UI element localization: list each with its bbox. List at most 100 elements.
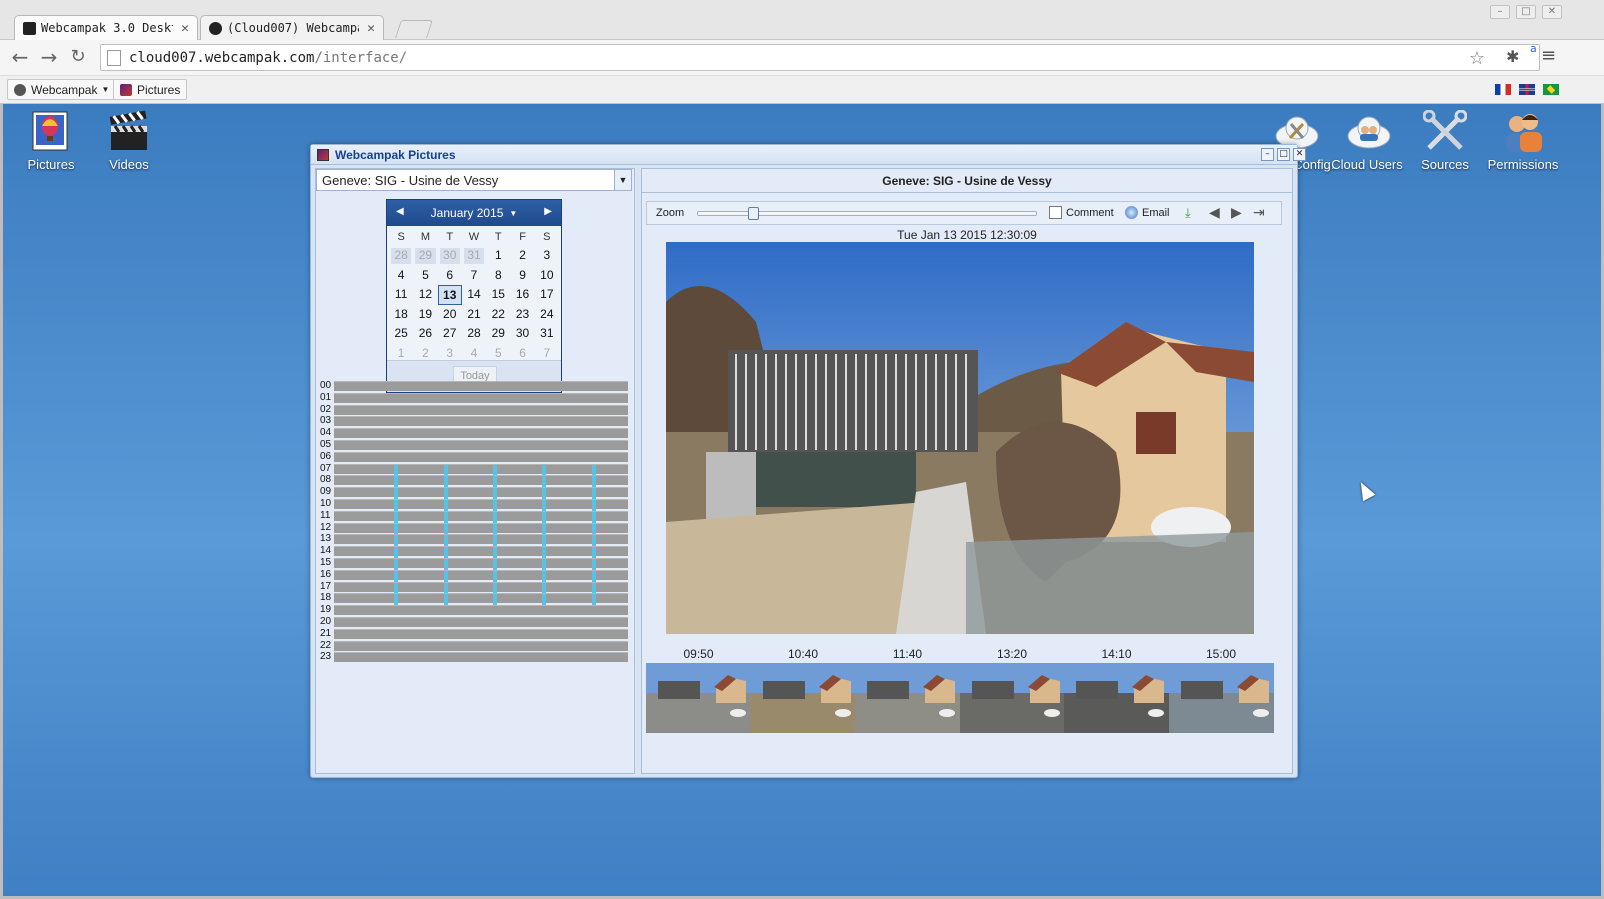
reload-icon[interactable]: ↻ — [66, 46, 90, 67]
calendar-day[interactable]: 30 — [510, 324, 534, 344]
hour-capture-bar[interactable] — [334, 617, 628, 627]
calendar-month-label[interactable]: January 2015 — [431, 206, 504, 220]
calendar-day[interactable]: 1 — [486, 246, 510, 266]
hour-row[interactable]: 11 — [320, 509, 628, 523]
calendar-day[interactable]: 18 — [389, 305, 413, 325]
webcam-picture[interactable] — [666, 242, 1254, 634]
hour-capture-bar[interactable] — [334, 487, 628, 500]
desktop-icon-permissions[interactable]: Permissions — [1483, 110, 1563, 172]
calendar-day[interactable]: 6 — [438, 266, 462, 286]
hour-capture-bar[interactable] — [334, 569, 628, 582]
brazil-flag-icon[interactable] — [1543, 84, 1559, 95]
hour-row[interactable]: 07 — [320, 462, 628, 476]
desktop-icon-sources[interactable]: Sources — [1405, 109, 1485, 172]
window-close-button[interactable]: ✕ — [1293, 148, 1306, 161]
hour-row[interactable]: 05 — [320, 439, 628, 451]
calendar-day[interactable]: 7 — [462, 266, 486, 286]
hour-capture-bar[interactable] — [334, 558, 628, 570]
bookmark-pictures[interactable]: Pictures — [113, 79, 188, 100]
hour-row[interactable]: 12 — [320, 521, 628, 535]
hour-row[interactable]: 08 — [320, 474, 628, 488]
hour-row[interactable]: 03 — [320, 415, 628, 428]
calendar-day[interactable]: 29 — [486, 324, 510, 344]
desktop-icon-pictures[interactable]: Pictures — [11, 110, 91, 172]
french-flag-icon[interactable] — [1495, 84, 1511, 95]
hour-row[interactable]: 09 — [320, 486, 628, 500]
calendar-day[interactable]: 21 — [462, 305, 486, 325]
thumbnail-picture[interactable] — [1168, 663, 1274, 733]
address-bar[interactable]: cloud007.webcampak.com/interface/ ☆ — [100, 44, 1540, 71]
hour-row[interactable]: 16 — [320, 568, 628, 582]
calendar-day[interactable]: 8 — [486, 266, 510, 286]
hour-capture-bar[interactable] — [334, 652, 628, 663]
calendar-day[interactable]: 5 — [413, 266, 437, 286]
next-picture-icon[interactable]: ▶ — [1231, 204, 1242, 221]
calendar-day[interactable]: 24 — [535, 305, 559, 325]
calendar-day[interactable]: 30 — [439, 248, 460, 264]
hour-row[interactable]: 15 — [320, 557, 628, 570]
calendar-day[interactable]: 15 — [486, 285, 510, 305]
calendar-day[interactable]: 4 — [389, 266, 413, 286]
extension-puzzle-icon[interactable]: ✱ — [1506, 47, 1519, 66]
hour-row[interactable]: 22 — [320, 639, 628, 652]
calendar-day[interactable]: 17 — [535, 285, 559, 305]
menu-icon[interactable]: ≡ — [1541, 45, 1556, 66]
hour-row[interactable]: 04 — [320, 427, 628, 439]
hour-capture-bar[interactable] — [334, 392, 628, 403]
calendar-day[interactable]: 14 — [462, 285, 486, 305]
email-button[interactable]: Email — [1125, 206, 1170, 219]
hour-row[interactable]: 13 — [320, 533, 628, 547]
chevron-down-icon[interactable]: ▼ — [614, 170, 631, 190]
hour-row[interactable]: 01 — [320, 391, 628, 404]
previous-picture-icon[interactable]: ◀ — [1209, 204, 1220, 221]
hour-row[interactable]: 10 — [320, 498, 628, 511]
calendar-day[interactable]: 25 — [389, 324, 413, 344]
new-tab-button[interactable] — [395, 20, 433, 38]
hour-capture-bar[interactable] — [334, 451, 628, 462]
hour-capture-bar[interactable] — [334, 522, 628, 535]
minimize-window-button[interactable]: – — [1490, 5, 1510, 19]
prev-month-icon[interactable]: ◀ — [396, 206, 404, 217]
zoom-slider-thumb[interactable] — [748, 207, 759, 220]
bookmark-webcampak-menu[interactable]: Webcampak ▼ — [7, 79, 117, 100]
calendar-day[interactable]: 22 — [486, 305, 510, 325]
next-month-icon[interactable]: ▶ — [544, 206, 552, 217]
hour-capture-bar[interactable] — [334, 440, 628, 450]
hour-capture-bar[interactable] — [334, 640, 628, 651]
hour-row[interactable]: 19 — [320, 604, 628, 616]
last-picture-icon[interactable]: ⇥ — [1253, 204, 1265, 221]
month-dropdown-icon[interactable]: ▼ — [509, 209, 517, 218]
forward-icon[interactable]: → — [37, 45, 61, 69]
thumbnail-picture[interactable] — [1064, 663, 1169, 733]
hour-row[interactable]: 14 — [320, 545, 628, 559]
close-window-button[interactable]: ✕ — [1542, 5, 1562, 19]
calendar-day[interactable]: 16 — [510, 285, 534, 305]
uk-flag-icon[interactable] — [1519, 84, 1535, 95]
calendar-day[interactable]: 10 — [535, 266, 559, 286]
hour-capture-bar[interactable] — [334, 416, 628, 427]
calendar-day[interactable]: 31 — [535, 324, 559, 344]
calendar-day[interactable]: 2 — [510, 246, 534, 266]
hour-row[interactable]: 17 — [320, 580, 628, 594]
hour-capture-bar[interactable] — [334, 381, 628, 391]
calendar-day[interactable]: 19 — [413, 305, 437, 325]
bookmark-star-icon[interactable]: ☆ — [1469, 48, 1485, 69]
download-icon[interactable]: ⤓ — [1185, 205, 1191, 221]
calendar-day[interactable]: 9 — [510, 266, 534, 286]
calendar-day[interactable]: 27 — [438, 324, 462, 344]
window-maximize-button[interactable]: □ — [1277, 148, 1290, 161]
calendar-day[interactable]: 23 — [510, 305, 534, 325]
hour-capture-bar[interactable] — [334, 475, 628, 488]
calendar-day[interactable]: 26 — [413, 324, 437, 344]
calendar-day[interactable]: 28 — [391, 248, 412, 264]
maximize-window-button[interactable]: □ — [1516, 5, 1536, 19]
calendar-day[interactable]: 29 — [415, 248, 436, 264]
hour-capture-bar[interactable] — [334, 510, 628, 523]
hour-row[interactable]: 00 — [320, 380, 628, 392]
zoom-slider[interactable] — [697, 207, 1037, 220]
hour-row[interactable]: 18 — [320, 592, 628, 606]
browser-tab-webcampak-desktop[interactable]: Webcampak 3.0 Desktop ✕ — [14, 15, 198, 40]
thumbnail-picture[interactable] — [646, 663, 751, 733]
thumbnail-picture[interactable] — [750, 663, 856, 733]
desktop-icon-videos[interactable]: Videos — [89, 110, 169, 172]
